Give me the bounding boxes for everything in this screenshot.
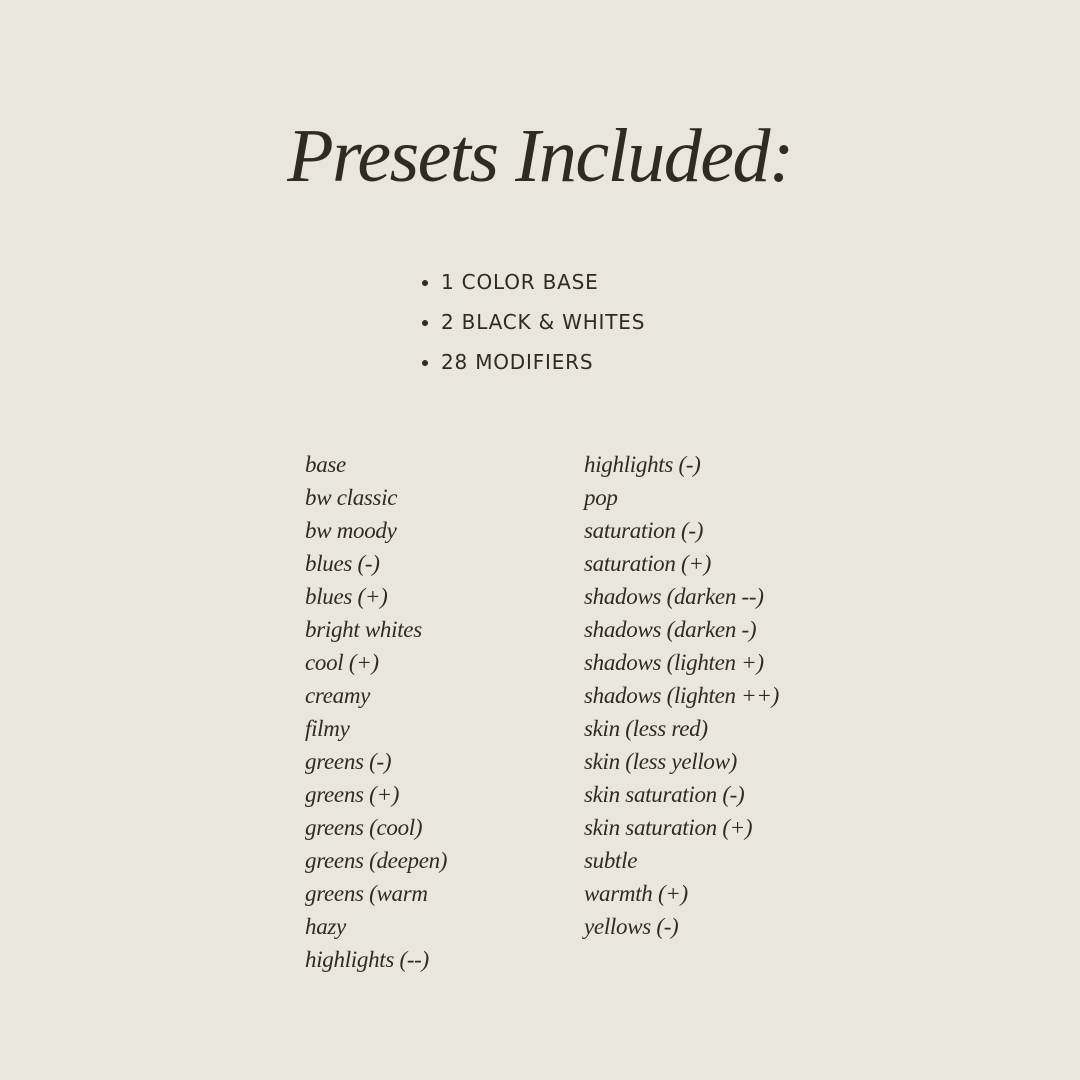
preset-item: blues (-) xyxy=(305,551,380,576)
summary-item-text: 1 COLOR BASE xyxy=(441,270,599,294)
summary-list: 1 COLOR BASE 2 BLACK & WHITES 28 MODIFIE… xyxy=(422,262,645,382)
preset-item: greens (warm xyxy=(305,881,428,906)
preset-item: shadows (lighten ++) xyxy=(584,683,779,708)
preset-item: shadows (darken --) xyxy=(584,584,764,609)
summary-item-text: 2 BLACK & WHITES xyxy=(441,310,646,334)
preset-item: warmth (+) xyxy=(584,881,688,906)
preset-item: pop xyxy=(584,485,618,510)
summary-item: 1 COLOR BASE xyxy=(422,262,645,302)
preset-item: cool (+) xyxy=(305,650,379,675)
bullet-icon xyxy=(422,280,428,286)
preset-item: base xyxy=(305,452,346,477)
page-title: Presets Included: xyxy=(287,114,794,198)
preset-item: shadows (lighten +) xyxy=(584,650,764,675)
preset-item: yellows (-) xyxy=(584,914,679,939)
preset-item: saturation (-) xyxy=(584,518,704,543)
preset-item: greens (-) xyxy=(305,749,392,774)
preset-item: skin saturation (+) xyxy=(584,815,753,840)
preset-item: skin (less yellow) xyxy=(584,749,738,774)
preset-item: highlights (-) xyxy=(584,452,701,477)
preset-item: greens (deepen) xyxy=(305,848,448,873)
preset-item: blues (+) xyxy=(305,584,388,609)
preset-item: skin (less red) xyxy=(584,716,708,741)
preset-item: bw moody xyxy=(305,518,397,543)
preset-item: creamy xyxy=(305,683,371,708)
preset-item: skin saturation (-) xyxy=(584,782,745,807)
preset-item: bw classic xyxy=(305,485,398,510)
preset-item: greens (+) xyxy=(305,782,400,807)
preset-item: greens (cool) xyxy=(305,815,423,840)
preset-item: filmy xyxy=(305,716,350,741)
preset-list-right: highlights (-) pop saturation (-) satura… xyxy=(584,448,779,943)
summary-item-text: 28 MODIFIERS xyxy=(441,350,594,374)
bullet-icon xyxy=(422,320,428,326)
preset-item: bright whites xyxy=(305,617,422,642)
preset-item: saturation (+) xyxy=(584,551,711,576)
summary-item: 2 BLACK & WHITES xyxy=(422,302,645,342)
preset-item: shadows (darken -) xyxy=(584,617,757,642)
preset-list-left: base bw classic bw moody blues (-) blues… xyxy=(305,448,447,976)
preset-item: highlights (--) xyxy=(305,947,429,972)
preset-item: hazy xyxy=(305,914,346,939)
summary-item: 28 MODIFIERS xyxy=(422,342,645,382)
bullet-icon xyxy=(422,360,428,366)
preset-item: subtle xyxy=(584,848,638,873)
